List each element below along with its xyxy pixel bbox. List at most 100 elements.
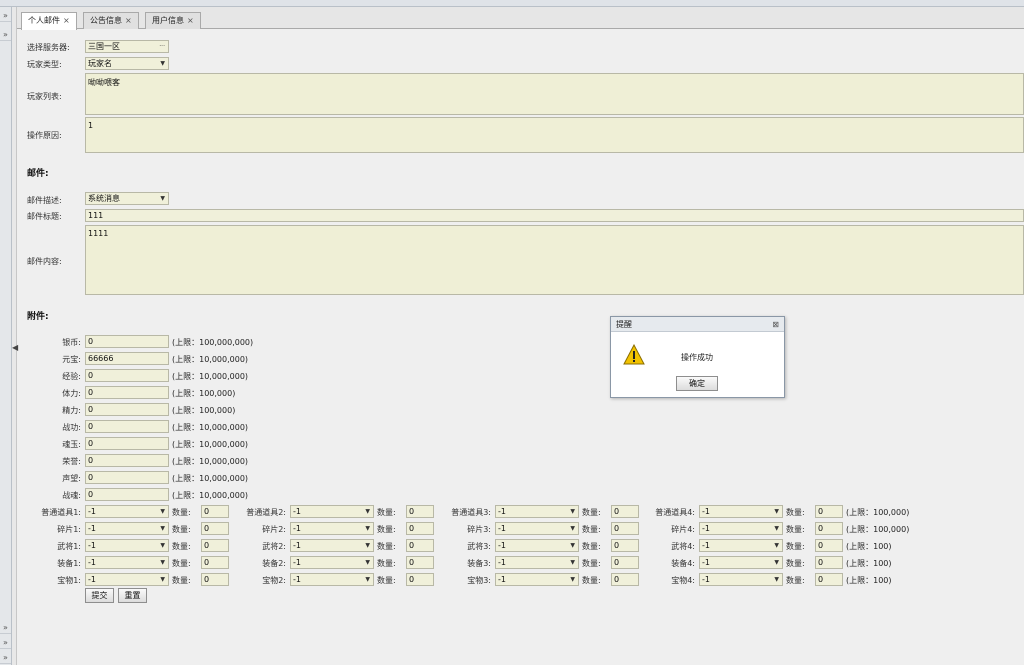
more-icon[interactable]: ···: [159, 41, 165, 52]
item-select[interactable]: -1 ▼: [290, 573, 374, 586]
mail-subject-label: 邮件标题:: [27, 212, 62, 221]
item-label: 碎片4:: [671, 525, 695, 534]
item-select[interactable]: -1 ▼: [290, 522, 374, 535]
limit-note: (上限：10,000,000): [172, 372, 249, 381]
currency-label: 声望:: [62, 474, 81, 483]
chevron-down-icon: ▼: [365, 525, 370, 532]
player-list-textarea[interactable]: 呦呦喂客: [85, 73, 1024, 115]
currency-input[interactable]: 0: [85, 403, 169, 416]
currency-label: 荣誉:: [62, 457, 81, 466]
collapse-icon[interactable]: »: [0, 10, 11, 22]
item-select[interactable]: -1 ▼: [290, 505, 374, 518]
tab-announcement[interactable]: 公告信息 ×: [83, 12, 139, 29]
item-label: 装备3:: [467, 559, 491, 568]
chevron-down-icon: ▼: [365, 542, 370, 549]
currency-input[interactable]: 0: [85, 420, 169, 433]
limit-note: (上限：100,000): [846, 508, 910, 517]
item-select[interactable]: -1 ▼: [699, 505, 783, 518]
submit-button[interactable]: 提交: [85, 588, 114, 603]
reason-textarea[interactable]: 1: [85, 117, 1024, 153]
item-select[interactable]: -1 ▼: [85, 573, 169, 586]
item-select[interactable]: -1 ▼: [290, 539, 374, 552]
close-icon[interactable]: ×: [125, 16, 132, 25]
qty-input[interactable]: 0: [815, 505, 843, 518]
reset-button[interactable]: 重置: [118, 588, 147, 603]
currency-input[interactable]: 0: [85, 386, 169, 399]
chevron-down-icon: ▼: [774, 525, 779, 532]
chevron-down-icon: ▼: [365, 559, 370, 566]
item-select[interactable]: -1 ▼: [699, 573, 783, 586]
chevron-down-icon: ▼: [160, 60, 165, 67]
item-select[interactable]: -1 ▼: [85, 522, 169, 535]
currency-input[interactable]: 0: [85, 437, 169, 450]
expand-icon[interactable]: »: [0, 637, 11, 649]
player-type-value: 玩家名: [88, 59, 112, 68]
currency-input[interactable]: 0: [85, 471, 169, 484]
item-select[interactable]: -1 ▼: [495, 505, 579, 518]
currency-input[interactable]: 66666: [85, 352, 169, 365]
qty-label: 数量:: [172, 559, 191, 568]
item-select[interactable]: -1 ▼: [85, 505, 169, 518]
qty-input[interactable]: 0: [815, 539, 843, 552]
chevron-down-icon: ▼: [570, 576, 575, 583]
qty-input[interactable]: 0: [815, 556, 843, 569]
item-select-value: -1: [293, 558, 301, 567]
item-select[interactable]: -1 ▼: [495, 556, 579, 569]
dialog-title: 提醒 ⊠: [611, 317, 784, 332]
item-select[interactable]: -1 ▼: [699, 539, 783, 552]
item-select-value: -1: [498, 524, 506, 533]
item-select[interactable]: -1 ▼: [495, 539, 579, 552]
currency-input[interactable]: 0: [85, 335, 169, 348]
qty-label: 数量:: [377, 525, 396, 534]
limit-note: (上限：10,000,000): [172, 474, 249, 483]
close-icon[interactable]: ×: [187, 16, 194, 25]
server-field[interactable]: 三国一区 ···: [85, 40, 169, 53]
item-label: 碎片2:: [262, 525, 286, 534]
currency-input[interactable]: 0: [85, 488, 169, 501]
item-select[interactable]: -1 ▼: [85, 556, 169, 569]
expand-icon[interactable]: »: [0, 622, 11, 634]
mail-content-textarea[interactable]: 1111: [85, 225, 1024, 295]
item-select-value: -1: [498, 558, 506, 567]
item-label: 普通道具1:: [41, 508, 81, 517]
mail-desc-label: 邮件描述:: [27, 196, 62, 205]
item-label: 武将3:: [467, 542, 491, 551]
ok-button[interactable]: 确定: [676, 376, 718, 391]
player-type-select[interactable]: 玩家名 ▼: [85, 57, 169, 70]
currency-input[interactable]: 0: [85, 454, 169, 467]
close-icon[interactable]: ⊠: [772, 317, 779, 332]
chevron-down-icon: ▼: [774, 542, 779, 549]
item-label: 装备4:: [671, 559, 695, 568]
item-select-value: -1: [293, 524, 301, 533]
collapse-icon[interactable]: »: [0, 29, 11, 41]
qty-label: 数量:: [377, 559, 396, 568]
chevron-down-icon: ▼: [365, 576, 370, 583]
item-select[interactable]: -1 ▼: [495, 573, 579, 586]
tab-personal-mail[interactable]: 个人邮件 ×: [21, 12, 77, 30]
item-select[interactable]: -1 ▼: [85, 539, 169, 552]
item-select[interactable]: -1 ▼: [699, 522, 783, 535]
item-select[interactable]: -1 ▼: [290, 556, 374, 569]
mail-subject-input[interactable]: 111: [85, 209, 1024, 222]
chevron-down-icon: ▼: [570, 525, 575, 532]
tab-user-info[interactable]: 用户信息 ×: [145, 12, 201, 29]
item-select-value: -1: [498, 575, 506, 584]
chevron-down-icon: ▼: [160, 195, 165, 202]
server-value: 三国一区: [88, 42, 120, 51]
item-select[interactable]: -1 ▼: [699, 556, 783, 569]
qty-input[interactable]: 0: [815, 522, 843, 535]
chevron-down-icon: ▼: [365, 508, 370, 515]
chevron-down-icon: ▼: [160, 542, 165, 549]
close-icon[interactable]: ×: [63, 16, 70, 25]
qty-input[interactable]: 0: [815, 573, 843, 586]
item-select-value: -1: [702, 558, 710, 567]
item-select-value: -1: [293, 575, 301, 584]
expand-icon[interactable]: »: [0, 652, 11, 664]
tab-label: 公告信息: [90, 16, 122, 25]
currency-input[interactable]: 0: [85, 369, 169, 382]
currency-label: 体力:: [62, 389, 81, 398]
item-select[interactable]: -1 ▼: [495, 522, 579, 535]
chevron-down-icon: ▼: [570, 542, 575, 549]
item-select-value: -1: [88, 541, 96, 550]
mail-desc-select[interactable]: 系统消息 ▼: [85, 192, 169, 205]
